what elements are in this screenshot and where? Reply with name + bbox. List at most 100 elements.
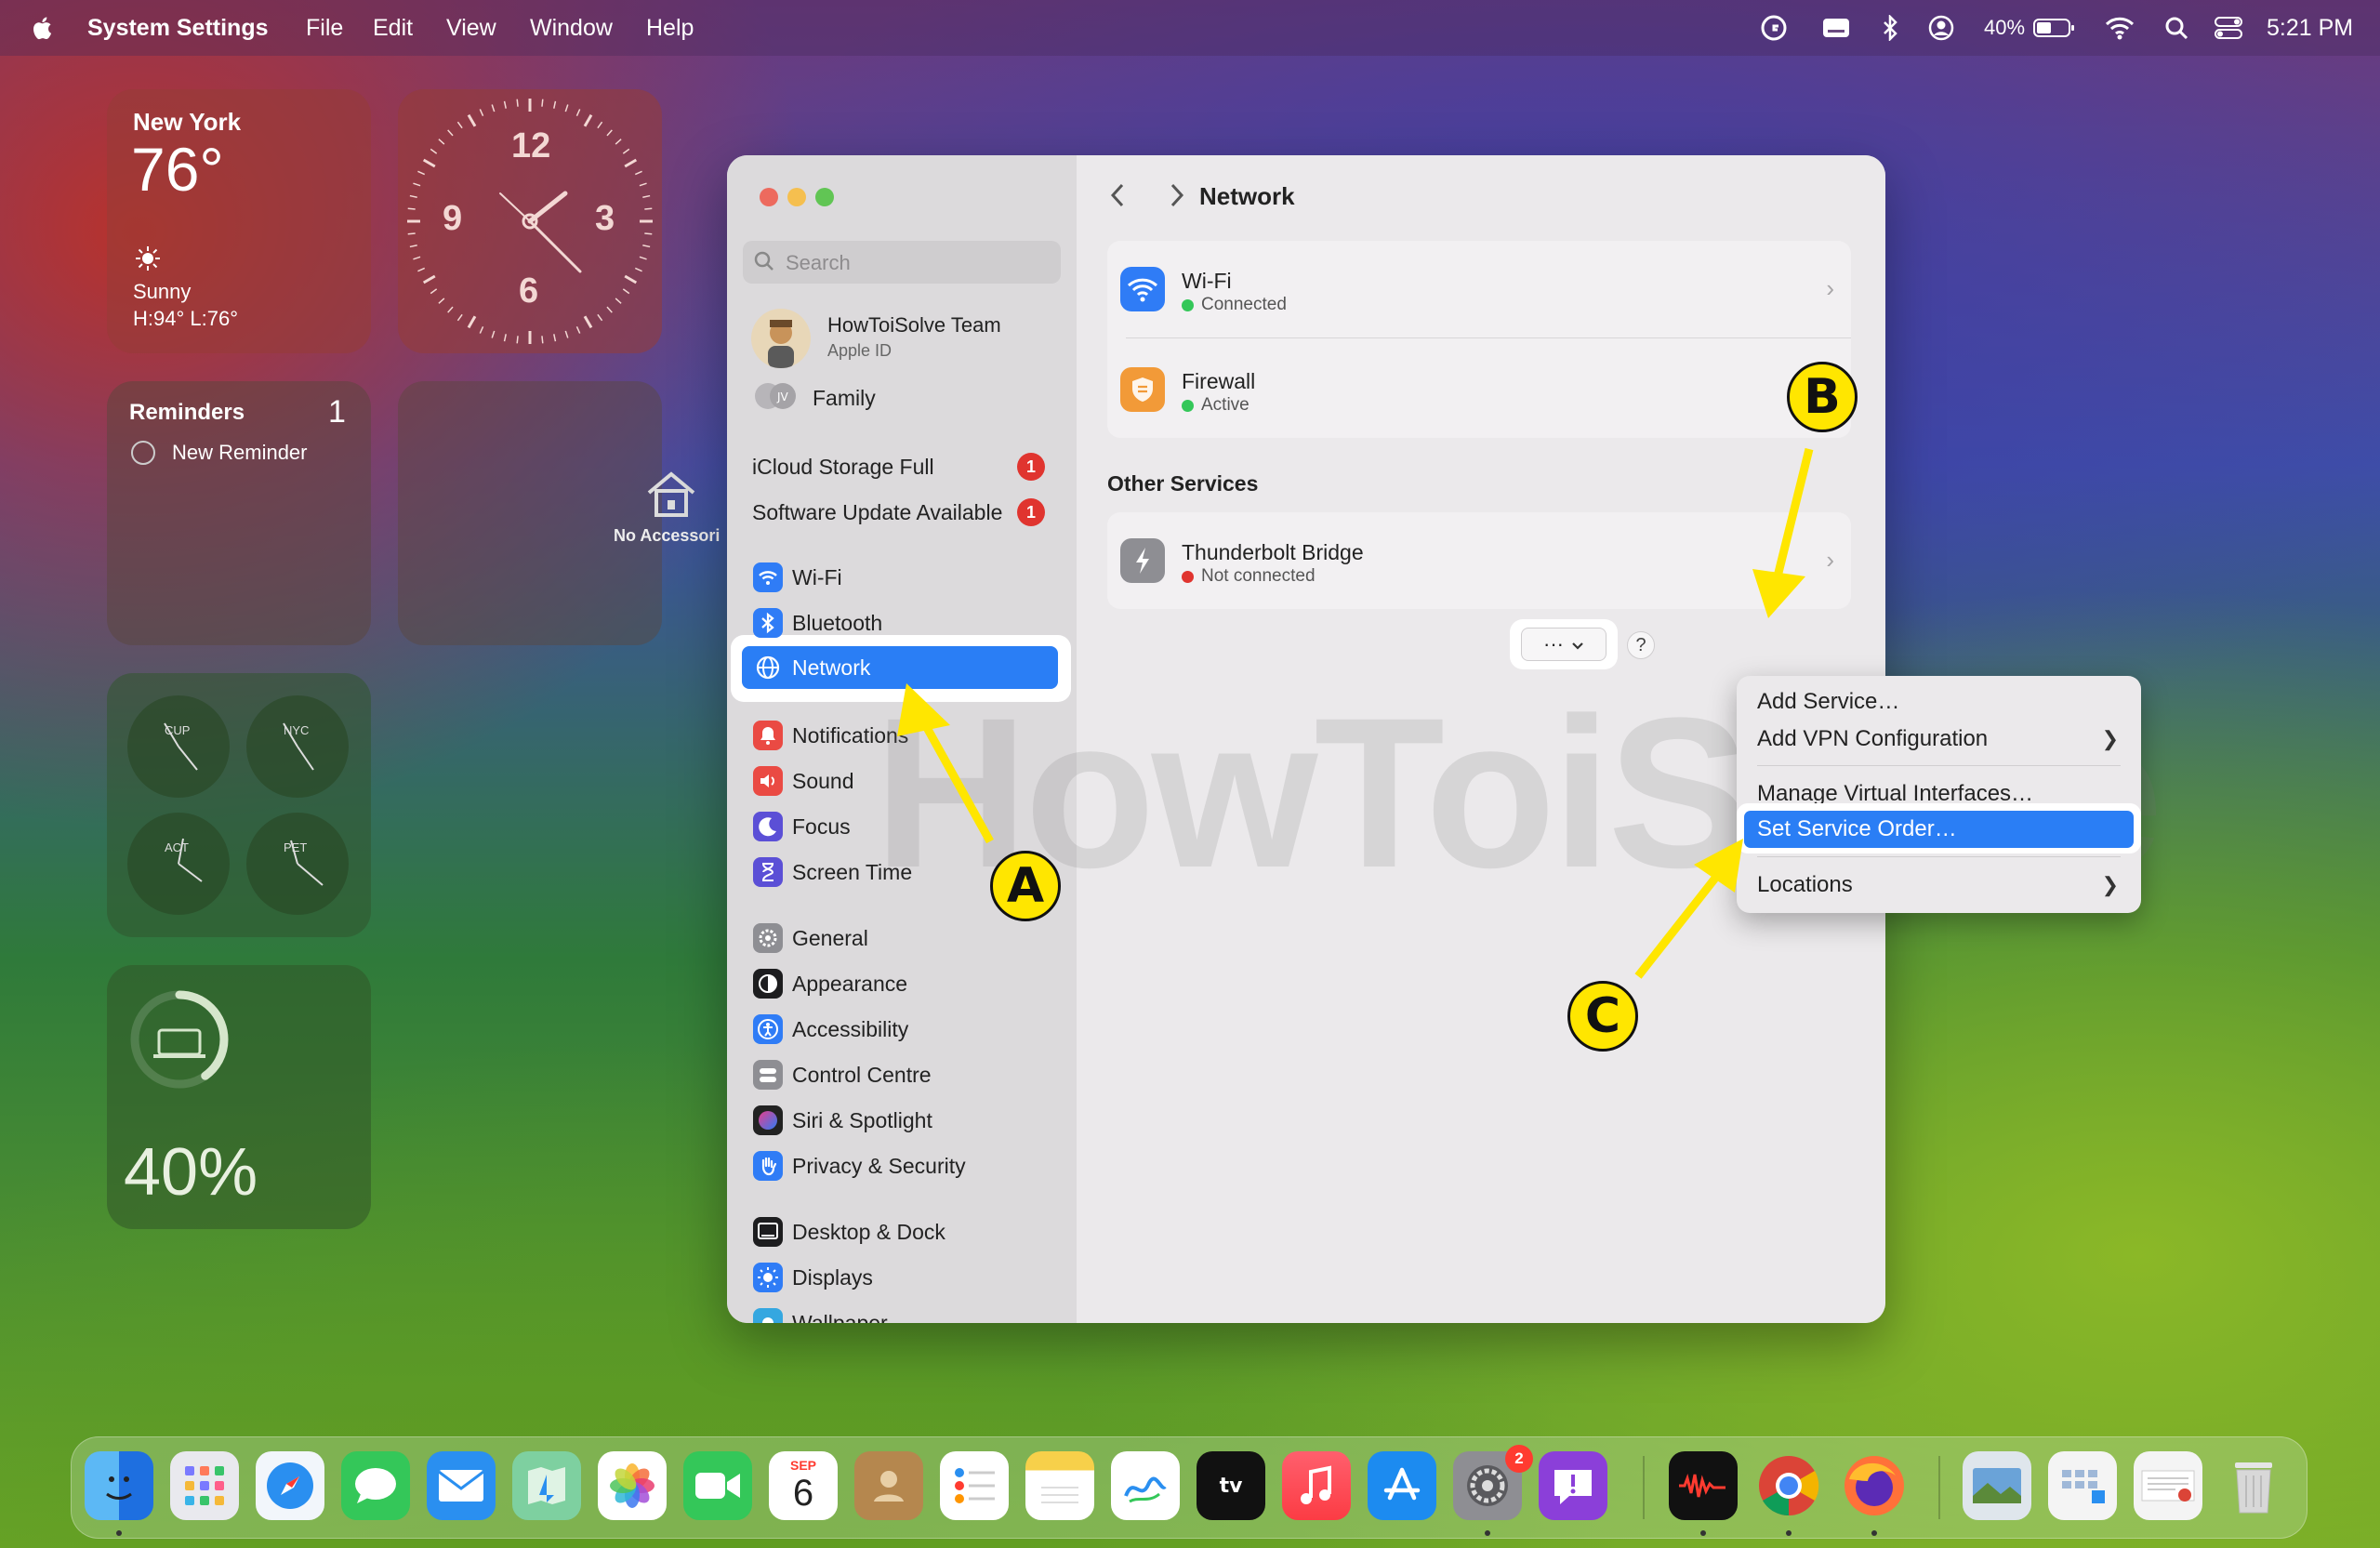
folder-icon[interactable] bbox=[2048, 1451, 2117, 1520]
clock-tick bbox=[583, 315, 593, 329]
sidebar-update-alert[interactable]: Software Update Available 1 bbox=[727, 492, 1077, 533]
menu-item-locations[interactable]: Locations ❯ bbox=[1737, 867, 2141, 904]
freeform-icon[interactable] bbox=[1111, 1451, 1180, 1520]
menu-item-label: Add Service… bbox=[1757, 689, 1900, 714]
clock-tick bbox=[642, 194, 651, 198]
account-name[interactable]: HowToiSolve Team bbox=[827, 313, 1001, 337]
firefox-icon[interactable] bbox=[1840, 1451, 1909, 1520]
sidebar-icloud-alert[interactable]: iCloud Storage Full 1 bbox=[727, 446, 1077, 487]
preview-icon[interactable] bbox=[1963, 1451, 2031, 1520]
menu-item-set-service-order[interactable]: Set Service Order… bbox=[1744, 811, 2134, 848]
help-button[interactable]: ? bbox=[1627, 631, 1655, 659]
back-button[interactable] bbox=[1108, 181, 1127, 217]
calendar-icon[interactable]: SEP 6 bbox=[769, 1451, 838, 1520]
avatar[interactable] bbox=[751, 309, 811, 368]
sidebar-item-general[interactable]: General bbox=[727, 918, 1077, 959]
facetime-icon[interactable] bbox=[683, 1451, 752, 1520]
clock-tick bbox=[417, 170, 426, 176]
contacts-icon[interactable] bbox=[854, 1451, 923, 1520]
safari-icon[interactable] bbox=[256, 1451, 324, 1520]
reminders-icon[interactable] bbox=[940, 1451, 1009, 1520]
messages-icon[interactable] bbox=[341, 1451, 410, 1520]
sidebar-item-bluetooth[interactable]: Bluetooth bbox=[727, 602, 1077, 643]
service-row-wifi[interactable]: Wi-Fi Connected › bbox=[1107, 241, 1851, 337]
reminder-checkbox[interactable] bbox=[131, 441, 155, 465]
sidebar-item-desktop-dock[interactable]: Desktop & Dock bbox=[727, 1211, 1077, 1252]
clock-tick bbox=[413, 256, 421, 260]
trash-icon[interactable] bbox=[2219, 1451, 2288, 1520]
clock-tick bbox=[639, 182, 647, 187]
document-icon[interactable] bbox=[2134, 1451, 2202, 1520]
clock-tick bbox=[644, 207, 653, 210]
clock-tick bbox=[624, 158, 638, 168]
chrome-icon[interactable] bbox=[1754, 1451, 1823, 1520]
weather-widget[interactable]: New York 76° Sunny H:94° L:76° bbox=[107, 89, 371, 353]
menu-view[interactable]: View bbox=[446, 0, 496, 56]
voice-memos-icon[interactable] bbox=[1669, 1451, 1738, 1520]
dock: SEP 6 tv 2 bbox=[71, 1436, 2307, 1539]
clock-tick bbox=[639, 256, 647, 260]
control-center-icon[interactable] bbox=[2213, 13, 2244, 43]
reminder-item[interactable]: New Reminder bbox=[172, 441, 308, 465]
more-button[interactable]: ··· bbox=[1521, 628, 1606, 661]
menu-item-add-vpn[interactable]: Add VPN Configuration ❯ bbox=[1737, 721, 2141, 758]
menu-edit[interactable]: Edit bbox=[373, 0, 413, 56]
sidebar-item-appearance[interactable]: Appearance bbox=[727, 963, 1077, 1004]
feedback-icon[interactable] bbox=[1539, 1451, 1607, 1520]
clock-tick bbox=[456, 313, 463, 322]
sidebar-item-wifi[interactable]: Wi-Fi bbox=[727, 557, 1077, 598]
forward-button[interactable] bbox=[1168, 181, 1186, 214]
apple-tv-icon[interactable]: tv bbox=[1197, 1451, 1265, 1520]
clock-tick bbox=[624, 274, 638, 284]
clock-tick bbox=[438, 139, 445, 145]
clock-tick bbox=[422, 158, 436, 168]
keyboard-icon[interactable] bbox=[1820, 13, 1852, 43]
photos-icon[interactable] bbox=[598, 1451, 667, 1520]
service-row-firewall[interactable]: Firewall Active bbox=[1107, 341, 1851, 438]
sidebar-item-siri[interactable]: Siri & Spotlight bbox=[727, 1100, 1077, 1141]
reminders-widget[interactable]: Reminders 1 New Reminder bbox=[107, 381, 371, 645]
clock-tick bbox=[622, 288, 630, 295]
menu-help[interactable]: Help bbox=[646, 0, 694, 56]
menu-item-label: Locations bbox=[1757, 872, 1853, 897]
battery-icon[interactable] bbox=[2032, 13, 2077, 43]
launchpad-icon[interactable] bbox=[170, 1451, 239, 1520]
app-name[interactable]: System Settings bbox=[87, 0, 269, 56]
app-store-icon[interactable] bbox=[1368, 1451, 1436, 1520]
wifi-icon[interactable] bbox=[2103, 13, 2136, 43]
close-button[interactable] bbox=[760, 188, 778, 206]
menu-item-add-service[interactable]: Add Service… bbox=[1737, 683, 2141, 721]
sidebar-item-privacy[interactable]: Privacy & Security bbox=[727, 1145, 1077, 1186]
grammarly-icon[interactable] bbox=[1759, 13, 1789, 43]
clock-tick bbox=[447, 306, 454, 313]
minimize-button[interactable] bbox=[787, 188, 806, 206]
mail-icon[interactable] bbox=[427, 1451, 496, 1520]
zoom-button[interactable] bbox=[815, 188, 834, 206]
battery-widget[interactable]: 40% bbox=[107, 965, 371, 1229]
user-icon[interactable] bbox=[1926, 13, 1956, 43]
world-clock-widget[interactable]: CUP NYC ACT PET bbox=[107, 673, 371, 937]
sidebar-item-wallpaper[interactable]: Wallpaper bbox=[727, 1303, 1077, 1323]
maps-icon[interactable] bbox=[512, 1451, 581, 1520]
service-row-thunderbolt[interactable]: Thunderbolt Bridge Not connected › bbox=[1107, 512, 1851, 609]
sidebar-item-accessibility[interactable]: Accessibility bbox=[727, 1009, 1077, 1050]
bluetooth-icon[interactable] bbox=[1878, 13, 1902, 43]
menu-file[interactable]: File bbox=[306, 0, 343, 56]
sidebar-family[interactable]: Family bbox=[813, 386, 876, 411]
sidebar-item-control-centre[interactable]: Control Centre bbox=[727, 1054, 1077, 1095]
sidebar-item-displays[interactable]: Displays bbox=[727, 1257, 1077, 1298]
spotlight-icon[interactable] bbox=[2162, 13, 2190, 43]
account-sub: Apple ID bbox=[827, 341, 892, 360]
music-icon[interactable] bbox=[1282, 1451, 1351, 1520]
clock-time[interactable]: 5:21 PM bbox=[2267, 0, 2353, 56]
home-widget[interactable]: No Accessori bbox=[398, 381, 720, 645]
thunderbolt-icon bbox=[1120, 538, 1165, 583]
finder-icon[interactable] bbox=[85, 1451, 153, 1520]
clock-tick bbox=[615, 139, 622, 145]
sidebar-item-label: Wi-Fi bbox=[792, 564, 842, 589]
menu-window[interactable]: Window bbox=[530, 0, 613, 56]
search-field[interactable]: Search bbox=[743, 241, 1061, 284]
apple-icon[interactable] bbox=[30, 13, 58, 43]
clock-widget[interactable]: 12 3 6 9 bbox=[398, 89, 662, 353]
notes-icon[interactable] bbox=[1025, 1451, 1094, 1520]
